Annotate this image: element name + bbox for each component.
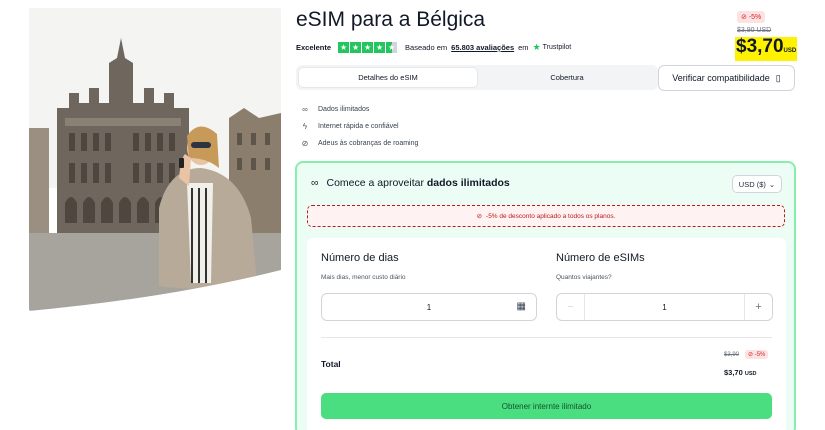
current-price-currency: USD [783, 48, 797, 54]
days-title: Número de dias [321, 252, 399, 264]
trustpilot-label: Trustpilot [542, 44, 572, 51]
discount-badge: ⊘ -5% [737, 11, 766, 23]
total-discount-text: -5% [754, 352, 766, 358]
tab-esim-details[interactable]: Detalhes do eSIM [298, 67, 478, 88]
divider [321, 337, 772, 338]
verify-compatibility-button[interactable]: Verificar compatibilidade ▯ [658, 65, 795, 91]
days-value: 1 [426, 302, 432, 312]
current-price-value: $3,70 [736, 36, 784, 57]
increment-button[interactable]: + [744, 294, 772, 320]
decrement-button[interactable]: − [557, 294, 585, 320]
tag-icon: ⊘ [748, 352, 754, 358]
infinity-icon: ∞ [311, 177, 319, 189]
tab-coverage[interactable]: Cobertura [478, 67, 656, 88]
currency-select-value: USD ($) [738, 179, 766, 189]
old-price: $3,90 USD [737, 27, 772, 34]
card-heading: ∞ Comece a aproveitar dados ilimitados [311, 177, 510, 189]
discount-badge-text: -5% [748, 14, 762, 21]
get-internet-button[interactable]: Obtener internte ilimitado [321, 393, 772, 419]
chevron-down-icon: ⌄ [768, 179, 776, 189]
phone-icon: ▯ [775, 72, 781, 83]
page-title: eSIM para a Bélgica [296, 8, 486, 31]
card-heading-bold: dados ilimitados [426, 177, 510, 189]
purchase-card: ∞ Comece a aproveitar dados ilimitados U… [295, 161, 796, 430]
trustpilot-logo: ★ Trustpilot [533, 42, 572, 53]
trustpilot-star-icon: ★ [532, 42, 541, 52]
star-icon: ★ [374, 42, 386, 53]
discount-notice-text: -5% de desconto aplicado a todos os plan… [486, 212, 616, 220]
calendar-icon[interactable]: ▦ [517, 301, 526, 312]
tag-icon: ⊘ [476, 213, 483, 220]
tab-bar: Detalhes do eSIM Cobertura [296, 65, 658, 90]
rating-stars: ★ ★ ★ ★ ★ [338, 42, 398, 53]
total-old-price: $3,90 [724, 352, 740, 358]
esims-subtitle: Quantos viajantes? [556, 274, 612, 281]
star-icon: ★ [362, 42, 374, 53]
days-subtitle: Mais dias, menor custo diário [321, 274, 406, 281]
feature-text: Dados ilimitados [318, 106, 370, 113]
no-roaming-icon: ⊘ [301, 139, 309, 148]
based-on-text: Baseado em [405, 43, 448, 52]
infinity-icon: ∞ [302, 105, 308, 114]
discount-notice: ⊘ -5% de desconto aplicado a todos os pl… [307, 205, 785, 227]
feature-item: ⊘ Adeus às cobranças de roaming [300, 135, 419, 152]
rating-label: Excelente [296, 43, 332, 52]
esims-title: Número de eSIMs [556, 252, 645, 264]
esims-value[interactable]: 1 [585, 303, 744, 312]
total-price-value: $3,70 [724, 368, 743, 377]
currency-select[interactable]: USD ($) ⌄ [732, 175, 782, 193]
plan-config-panel: Número de dias Mais dias, menor custo di… [307, 238, 786, 430]
total-discount-badge: ⊘ -5% [745, 350, 769, 359]
total-price: $3,70 USD [724, 368, 757, 377]
total-price-currency: USD [744, 371, 757, 377]
verify-compatibility-label: Verificar compatibilidade [672, 73, 770, 83]
feature-text: Adeus às cobranças de roaming [318, 140, 419, 147]
esims-stepper: − 1 + [556, 293, 773, 321]
reviews-link[interactable]: 65.803 avaliações [451, 43, 514, 52]
total-label: Total [321, 359, 341, 369]
star-icon: ★ [350, 42, 362, 53]
feature-item: ∞ Dados ilimitados [300, 101, 418, 118]
current-price: $3,70USD [735, 36, 798, 61]
half-star-icon: ★ [386, 42, 398, 53]
feature-text: Internet rápida e confiável [318, 123, 399, 130]
card-heading-prefix: Comece a aproveitar [326, 177, 424, 189]
feature-item: ϟ Internet rápida e confiável [300, 118, 418, 135]
tag-icon: ⊘ [741, 14, 747, 21]
hero-image [29, 8, 281, 311]
star-icon: ★ [338, 42, 350, 53]
on-text: em [518, 43, 529, 52]
lightning-icon: ϟ [302, 122, 308, 131]
feature-list: ∞ Dados ilimitados ϟ Internet rápida e c… [300, 101, 419, 152]
rating-row: Excelente ★ ★ ★ ★ ★ Baseado em 65.803 av… [296, 42, 571, 53]
days-input[interactable]: 1 ▦ [321, 293, 537, 321]
